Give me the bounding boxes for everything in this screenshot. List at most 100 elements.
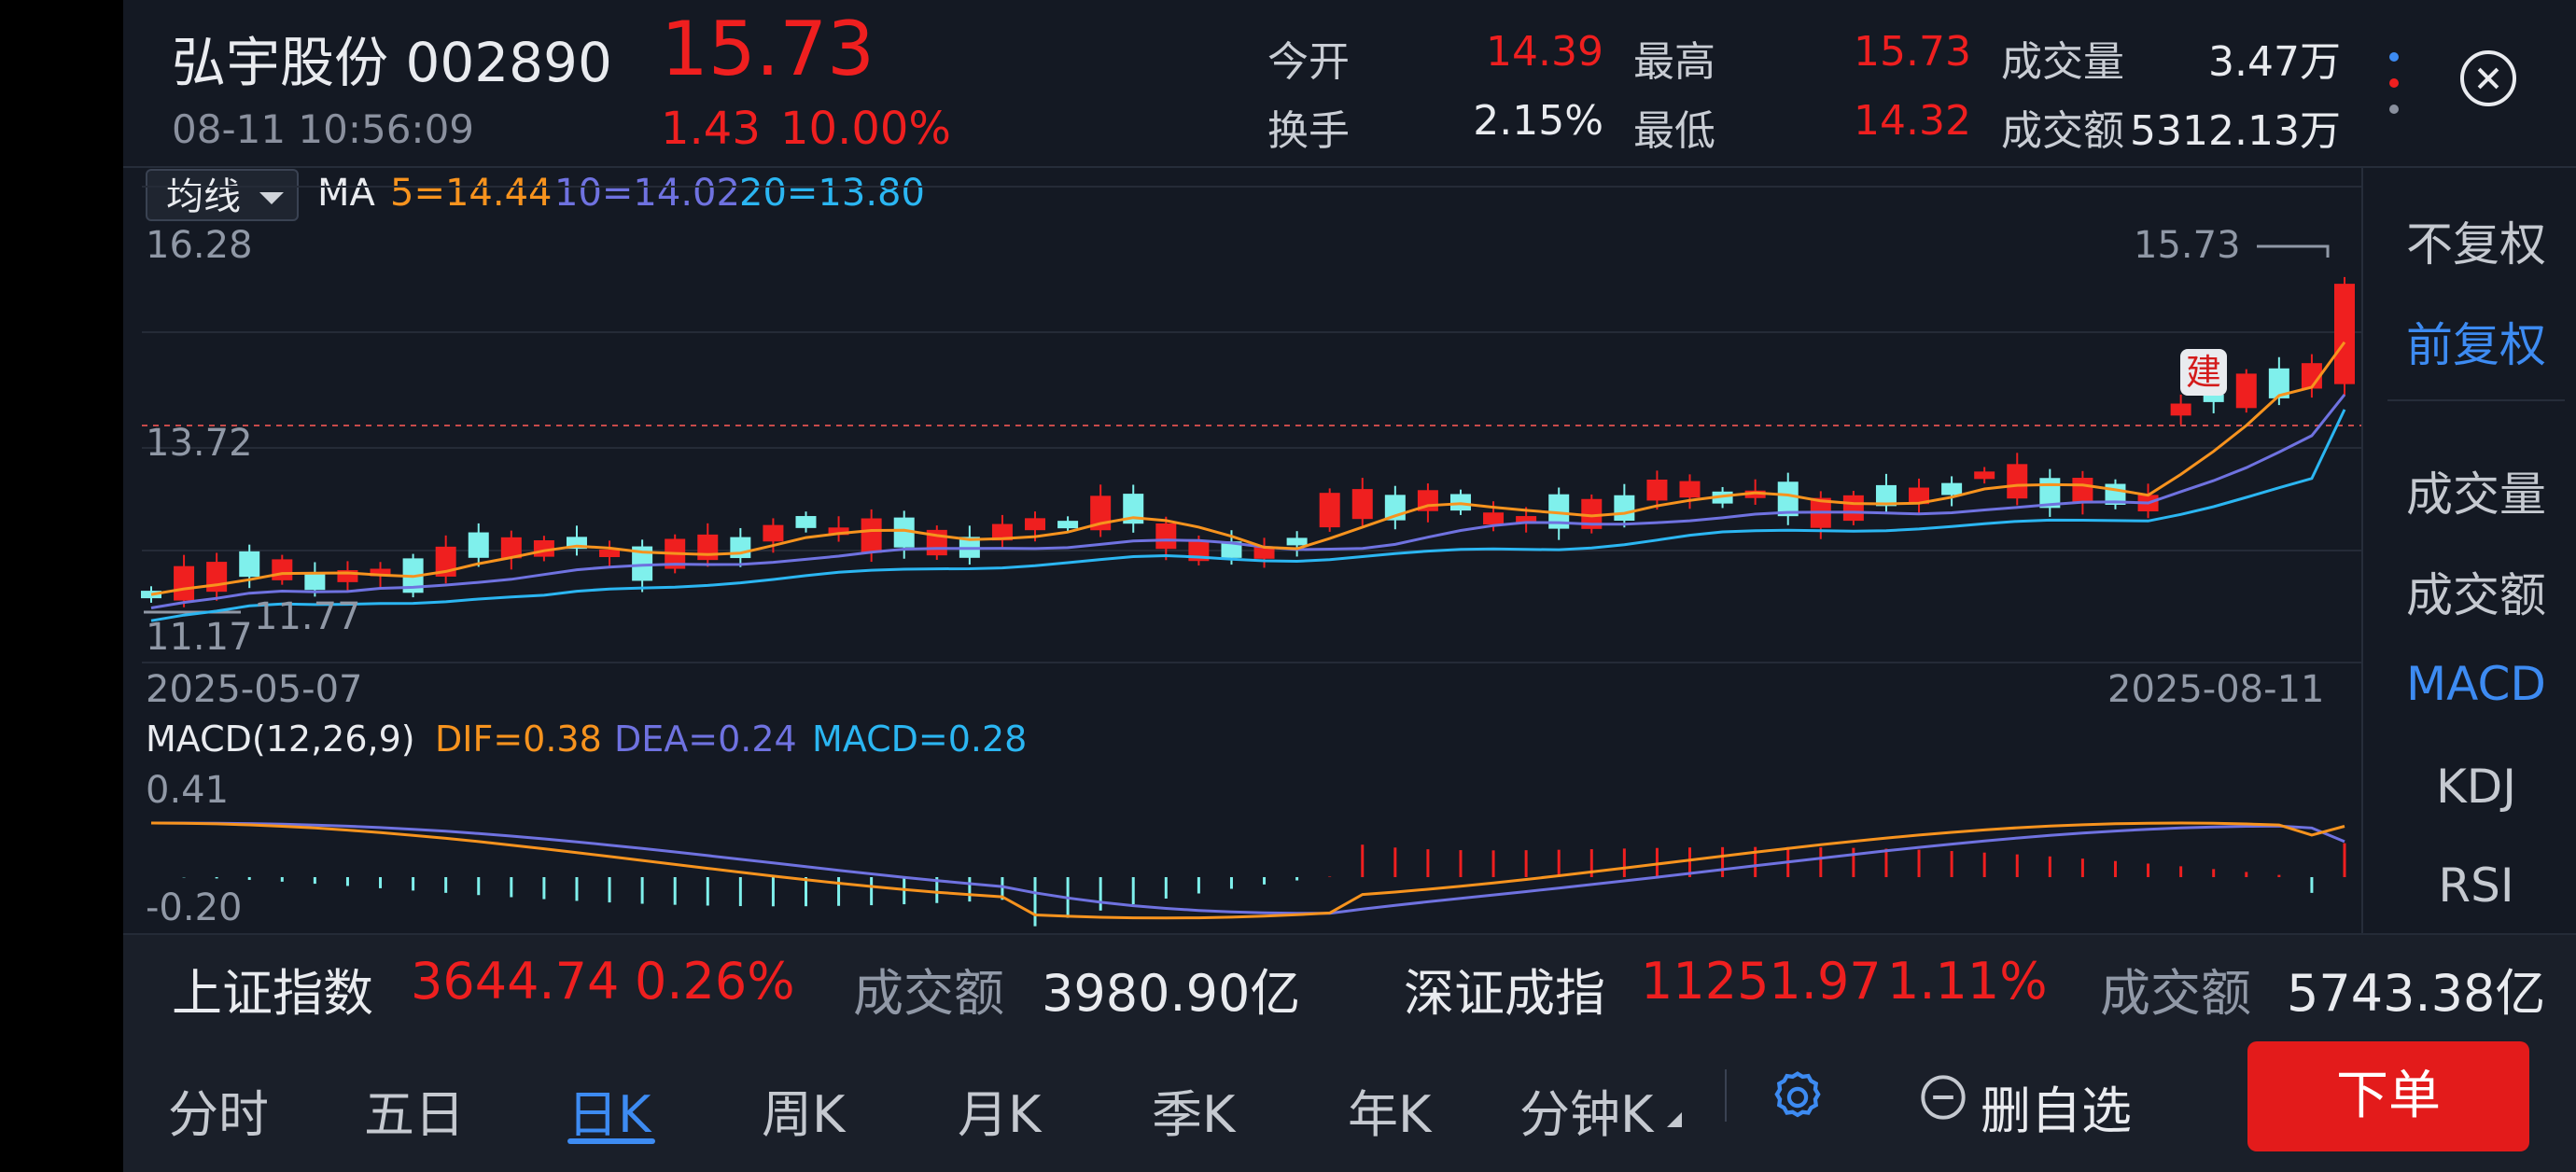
side-item-kdj[interactable]: KDJ	[2387, 760, 2565, 814]
candle-body	[730, 537, 751, 559]
macd-dif: DIF=0.38	[435, 719, 602, 760]
tab-daily-k[interactable]: 日K	[567, 1073, 651, 1147]
candle-body	[1614, 495, 1635, 522]
macd-title: MACD(12,26,9)	[146, 719, 415, 760]
candle-body	[272, 559, 293, 580]
y-label-mid: 13.72	[146, 422, 253, 465]
gear-icon[interactable]	[1768, 1067, 1827, 1127]
sh-index-pct: 0.26%	[635, 952, 795, 1011]
candle-body	[1351, 489, 1373, 520]
dea-line	[150, 821, 2345, 915]
tab-yearly-k[interactable]: 年K	[1348, 1073, 1431, 1147]
stock-code: 002890	[405, 31, 612, 94]
sh-index-value: 3644.74	[411, 952, 620, 1011]
ma-line	[150, 393, 2346, 609]
tab-intraday[interactable]: 分时	[168, 1073, 269, 1147]
remove-watchlist-button[interactable]: 删自选	[1981, 1069, 2132, 1143]
min-price-label: 11.77	[254, 595, 361, 638]
candle-body	[1025, 518, 1046, 531]
sz-index-pct: 1.11%	[1887, 952, 2048, 1011]
kline-chart[interactable]	[123, 168, 2361, 728]
candles	[141, 276, 2355, 607]
side-item-volume[interactable]: 成交量	[2387, 457, 2565, 524]
max-price-label: 15.73	[2134, 224, 2241, 267]
candle-body	[174, 565, 195, 601]
candle-body	[697, 534, 719, 561]
stat-value-volume: 3.47万	[2208, 38, 2341, 86]
more-dots-icon[interactable]	[2386, 50, 2401, 116]
macd-dea: DEA=0.24	[614, 719, 797, 760]
candle-body	[599, 549, 621, 558]
tab-monthly-k[interactable]: 月K	[958, 1073, 1041, 1147]
stat-value-amount: 5312.13万	[2130, 107, 2341, 155]
place-order-button[interactable]: 下单	[2247, 1041, 2529, 1151]
corner-triangle-icon	[1667, 1112, 1682, 1127]
tab-weekly-k[interactable]: 周K	[762, 1073, 845, 1147]
candle-body	[2334, 284, 2355, 384]
stat-value-low: 14.32	[1854, 97, 1971, 145]
candle-body	[2170, 403, 2191, 416]
stat-label-high: 最高	[1633, 38, 1715, 86]
minus-circle-icon[interactable]	[1919, 1073, 1967, 1122]
sh-amount-label: 成交额	[853, 964, 1004, 1023]
candle-body	[2007, 464, 2028, 499]
candle-body	[1319, 493, 1340, 528]
sh-index-name[interactable]: 上证指数	[172, 952, 373, 1026]
sz-index-name[interactable]: 深证成指	[1404, 952, 1605, 1026]
candle-body	[1286, 537, 1308, 546]
candle-body	[304, 573, 326, 591]
y-label-top: 16.28	[146, 224, 253, 267]
side-item-macd[interactable]: MACD	[2387, 657, 2565, 711]
stat-value-high: 15.73	[1854, 28, 1971, 76]
macd-y-bottom: -0.20	[146, 886, 243, 929]
stat-label-open: 今开	[1267, 38, 1350, 86]
stat-value-turnover: 2.15%	[1473, 97, 1603, 145]
tab-quarterly-k[interactable]: 季K	[1152, 1073, 1235, 1147]
candle-body	[1483, 512, 1505, 525]
active-tab-indicator	[567, 1138, 655, 1144]
sz-amount-label: 成交额	[2100, 964, 2251, 1023]
macd-value: MACD=0.28	[812, 719, 1028, 760]
y-label-low: 11.17	[146, 616, 253, 659]
candle-body	[2235, 373, 2257, 409]
candle-body	[1679, 481, 1701, 498]
side-item-rsi[interactable]: RSI	[2387, 858, 2565, 913]
stat-label-volume: 成交量	[2001, 38, 2124, 86]
date-start: 2025-05-07	[146, 668, 363, 711]
current-price: 15.73	[661, 6, 875, 92]
build-position-badge[interactable]: 建	[2180, 349, 2227, 396]
candle-body	[2072, 478, 2093, 504]
sh-amount: 3980.90亿	[1042, 964, 1301, 1023]
candle-body	[1646, 479, 1668, 501]
date-end: 2025-08-11	[2107, 668, 2325, 711]
candle-body	[763, 524, 784, 542]
side-item-amount[interactable]: 成交额	[2387, 558, 2565, 625]
macd-lines	[150, 821, 2345, 920]
macd-chart[interactable]	[123, 765, 2361, 933]
side-item-no-adjust[interactable]: 不复权	[2387, 207, 2565, 274]
candle-body	[1974, 471, 1995, 480]
candle-body	[861, 518, 882, 553]
quote-time: 08-11 10:56:09	[172, 106, 475, 152]
close-circle-icon[interactable]	[2460, 50, 2516, 106]
candle-body	[239, 551, 260, 578]
price-change: 1.43	[661, 103, 761, 155]
candle-body	[1057, 521, 1079, 529]
candle-body	[1842, 495, 1864, 522]
side-menu-divider	[2387, 399, 2565, 401]
candle-body	[2203, 394, 2224, 402]
side-item-forward-adjust[interactable]: 前复权	[2387, 308, 2565, 375]
tab-five-day[interactable]: 五日	[364, 1073, 465, 1147]
index-bar: 上证指数 3644.74 0.26% 成交额 3980.90亿 深证成指 112…	[123, 933, 2576, 1026]
sz-index-value: 11251.97	[1641, 952, 1882, 1011]
stat-label-turnover: 换手	[1267, 107, 1350, 155]
stat-value-open: 14.39	[1486, 28, 1603, 76]
max-marker-line	[2257, 244, 2330, 258]
ma-line	[150, 409, 2346, 622]
candle-body	[1941, 482, 1963, 495]
sz-amount: 5743.38亿	[2287, 964, 2546, 1023]
macd-y-top: 0.41	[146, 769, 230, 812]
tab-minute-k[interactable]: 分钟K	[1519, 1073, 1653, 1147]
candle-body	[206, 562, 228, 593]
kline-grid	[142, 186, 2361, 663]
